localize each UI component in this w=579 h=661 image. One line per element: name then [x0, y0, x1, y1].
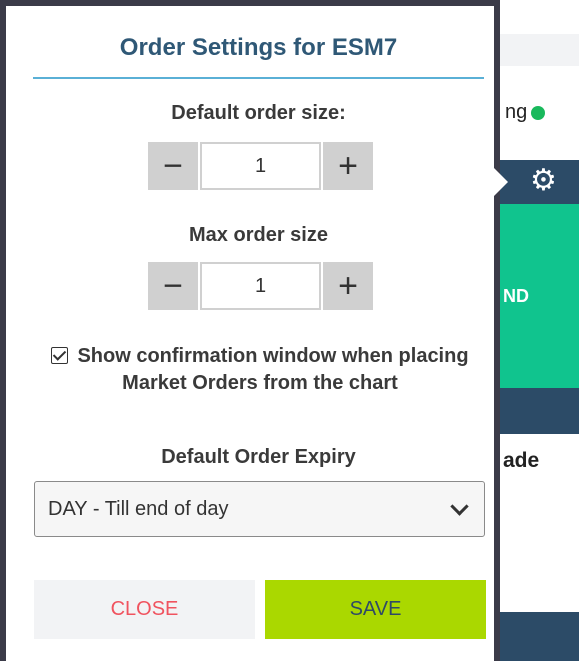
status-dot-icon: [531, 105, 546, 120]
max-order-size-stepper: − +: [148, 262, 373, 310]
background-trade-label: ade: [503, 449, 540, 472]
background-divider-bar: [500, 388, 579, 434]
max-size-increment-button[interactable]: +: [323, 262, 373, 310]
connection-status-label: ng: [505, 101, 528, 123]
max-order-size-label: Max order size: [189, 224, 328, 246]
default-size-decrement-button[interactable]: −: [148, 142, 198, 190]
chevron-down-icon: [450, 496, 469, 516]
dialog-title: Order Settings for ESM7: [119, 34, 398, 61]
default-size-increment-button[interactable]: +: [323, 142, 373, 190]
confirmation-checkbox[interactable]: [51, 347, 69, 364]
confirmation-label: Show confirmation window when placing Ma…: [77, 345, 469, 394]
confirmation-option[interactable]: Show confirmation window when placing Ma…: [30, 343, 490, 397]
close-button[interactable]: CLOSE: [34, 580, 255, 639]
max-order-size-input[interactable]: [200, 262, 321, 310]
connection-status: ng: [505, 101, 546, 124]
order-expiry-value: DAY - Till end of day: [48, 497, 229, 520]
background-send-label: ND: [503, 286, 529, 306]
title-divider: [33, 77, 484, 79]
background-toolbar: [500, 34, 579, 66]
default-order-size-input[interactable]: [200, 142, 321, 190]
order-expiry-label: Default Order Expiry: [161, 446, 356, 468]
max-size-decrement-button[interactable]: −: [148, 262, 198, 310]
order-expiry-select[interactable]: DAY - Till end of day: [34, 481, 485, 537]
screen: ng ⚙ ND ade Order Settings for ESM7 Defa…: [0, 0, 579, 661]
save-button[interactable]: SAVE: [265, 580, 486, 639]
dialog-pointer-arrow: [494, 168, 508, 196]
order-settings-dialog: [0, 0, 500, 661]
gear-icon[interactable]: ⚙: [530, 163, 557, 199]
background-footer-bar: [500, 612, 579, 661]
default-order-size-stepper: − +: [148, 142, 373, 190]
default-order-size-label: Default order size:: [171, 102, 346, 124]
